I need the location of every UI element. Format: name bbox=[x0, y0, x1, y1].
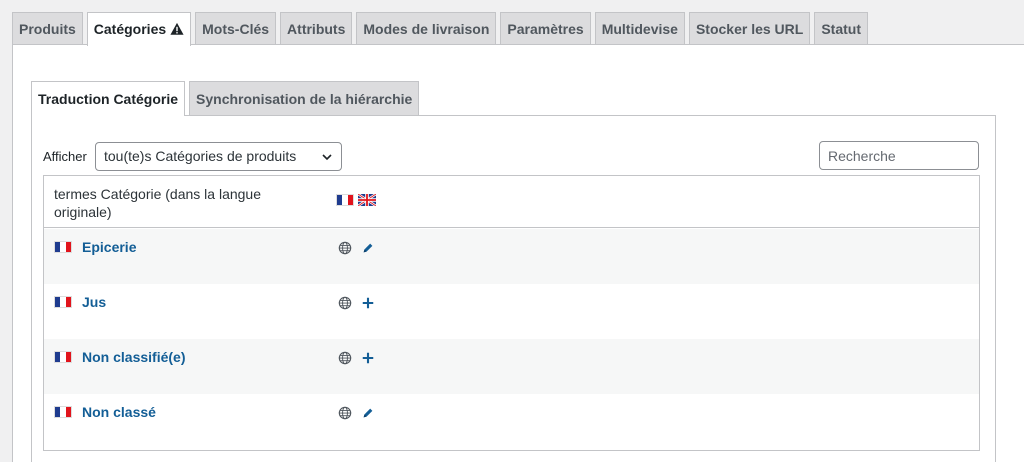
sub-tab-bar: Traduction Catégorie Synchronisation de … bbox=[31, 81, 423, 116]
tab-label: Produits bbox=[19, 21, 76, 37]
term-link[interactable]: Jus bbox=[82, 294, 106, 310]
warning-icon bbox=[170, 22, 184, 35]
globe-icon bbox=[338, 241, 352, 255]
table-row: Non classé bbox=[44, 394, 979, 449]
pencil-icon[interactable] bbox=[361, 406, 375, 420]
filter-label: Afficher bbox=[43, 149, 87, 164]
tab-modes-de-livraison[interactable]: Modes de livraison bbox=[356, 12, 497, 45]
tab-parametres[interactable]: Paramètres bbox=[500, 12, 591, 45]
flag-fr-icon bbox=[54, 351, 72, 363]
tab-statut[interactable]: Statut bbox=[814, 12, 868, 45]
tab-label: Mots-Clés bbox=[202, 21, 270, 37]
tab-label: Multidevise bbox=[601, 21, 678, 37]
table-row: Non classifié(e) bbox=[44, 339, 979, 394]
globe-icon bbox=[338, 406, 352, 420]
term-link[interactable]: Non classifié(e) bbox=[82, 349, 185, 365]
tab-label: Catégories bbox=[93, 21, 167, 37]
flag-fr-icon bbox=[54, 296, 72, 308]
tab-mots-cles[interactable]: Mots-Clés bbox=[195, 12, 277, 45]
pencil-icon[interactable] bbox=[361, 241, 375, 255]
term-link[interactable]: Epicerie bbox=[82, 239, 136, 255]
language-flags bbox=[336, 194, 376, 206]
plus-icon[interactable] bbox=[361, 296, 375, 310]
flag-fr-icon bbox=[54, 406, 72, 418]
column-header-terms: termes Catégorie (dans la langue origina… bbox=[54, 186, 262, 220]
flag-fr-icon bbox=[336, 194, 354, 206]
globe-icon bbox=[338, 351, 352, 365]
tab-label: Traduction Catégorie bbox=[38, 91, 179, 107]
tab-traduction-categorie[interactable]: Traduction Catégorie bbox=[31, 81, 186, 116]
tab-multidevise[interactable]: Multidevise bbox=[594, 12, 685, 45]
flag-uk-icon bbox=[358, 194, 376, 206]
chevron-down-icon bbox=[322, 154, 332, 161]
tab-label: Synchronisation de la hiérarchie bbox=[196, 91, 413, 107]
term-link[interactable]: Non classé bbox=[82, 404, 156, 420]
tab-label: Stocker les URL bbox=[695, 21, 804, 37]
search-input[interactable] bbox=[819, 141, 979, 170]
tab-label: Modes de livraison bbox=[363, 21, 490, 37]
table-header: termes Catégorie (dans la langue origina… bbox=[44, 176, 979, 228]
tab-label: Paramètres bbox=[507, 21, 584, 37]
globe-icon bbox=[338, 296, 352, 310]
tab-produits[interactable]: Produits bbox=[12, 12, 83, 45]
table-row: Jus bbox=[44, 284, 979, 339]
tab-label: Attributs bbox=[287, 21, 346, 37]
category-type-select[interactable]: tou(te)s Catégories de produits bbox=[95, 142, 342, 171]
tab-attributs[interactable]: Attributs bbox=[280, 12, 353, 45]
tab-synchronisation-hierarchie[interactable]: Synchronisation de la hiérarchie bbox=[189, 81, 420, 115]
tab-label: Statut bbox=[821, 21, 861, 37]
plus-icon[interactable] bbox=[361, 351, 375, 365]
tab-categories[interactable]: Catégories bbox=[86, 12, 192, 46]
tab-stocker-les-url[interactable]: Stocker les URL bbox=[688, 12, 811, 45]
flag-fr-icon bbox=[54, 241, 72, 253]
table-row: Epicerie bbox=[44, 229, 979, 284]
top-tab-bar: Produits Catégories Mots-Clés Attributs … bbox=[12, 12, 872, 46]
terms-table: termes Catégorie (dans la langue origina… bbox=[43, 175, 980, 451]
select-value: tou(te)s Catégories de produits bbox=[104, 148, 297, 164]
